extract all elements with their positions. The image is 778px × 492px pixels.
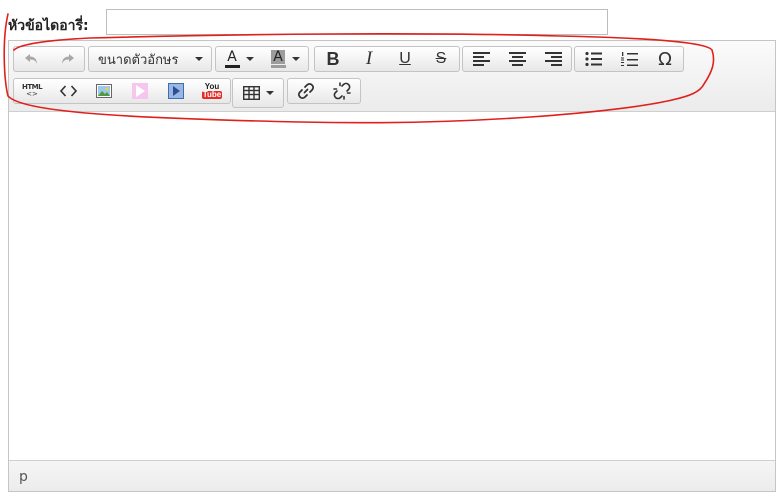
font-size-label: ขนาดตัวอักษร (98, 52, 179, 68)
strikethrough-button[interactable]: S (423, 47, 459, 71)
undo-icon (24, 52, 40, 66)
strikethrough-icon: S (435, 50, 447, 67)
font-size-select[interactable]: ขนาดตัวอักษร (89, 47, 211, 71)
html-icon-brackets: <> (26, 90, 38, 98)
insert-video-button[interactable] (158, 79, 194, 103)
bg-color-letter: A (271, 49, 285, 65)
text-color-swatch (224, 64, 240, 68)
code-icon (59, 85, 77, 97)
list-group: Ω (574, 46, 684, 72)
chevron-down-icon (265, 91, 274, 95)
chevron-down-icon (195, 57, 203, 61)
history-group (13, 46, 85, 72)
special-character-button[interactable]: Ω (647, 47, 683, 71)
chevron-down-icon (245, 57, 254, 61)
youtube-icon-bottom: Tube (201, 90, 223, 99)
code-button[interactable] (50, 79, 86, 103)
table-icon (242, 86, 260, 100)
undo-button[interactable] (14, 47, 49, 71)
editor-statusbar: p (9, 460, 775, 491)
align-center-icon (508, 52, 526, 66)
text-color-icon: A (224, 48, 240, 68)
underline-icon: U (399, 50, 411, 67)
insert-image-button[interactable] (86, 79, 122, 103)
italic-icon: I (365, 48, 373, 69)
title-label: หัวข้อไดอารี่: (8, 18, 89, 34)
rich-text-editor: ขนาดตัวอักษร A A B I U S Ω HTML <> You T… (8, 40, 776, 492)
html-icon: HTML <> (22, 84, 43, 98)
youtube-icon: You Tube (201, 83, 223, 99)
bold-button[interactable]: B (315, 47, 351, 71)
editor-content-area[interactable] (9, 112, 775, 460)
numbered-list-button[interactable] (611, 47, 647, 71)
align-left-button[interactable] (463, 47, 499, 71)
image-icon (96, 84, 112, 98)
bullet-list-button[interactable] (575, 47, 611, 71)
text-color-letter: A (227, 48, 237, 65)
font-size-group: ขนาดตัวอักษร (88, 46, 212, 72)
omega-icon: Ω (658, 48, 672, 70)
link-icon (297, 82, 315, 100)
redo-icon (59, 52, 75, 66)
element-path[interactable]: p (19, 469, 28, 485)
redo-button[interactable] (49, 47, 84, 71)
color-group: A A (215, 46, 309, 72)
unlink-icon (333, 82, 351, 100)
insert-flash-button[interactable] (122, 79, 158, 103)
table-group (232, 78, 284, 108)
align-right-icon (544, 52, 562, 66)
insert-media-group: HTML <> You Tube (13, 78, 231, 104)
insert-table-button[interactable] (233, 81, 283, 105)
editor-toolbar: ขนาดตัวอักษร A A B I U S Ω HTML <> You T… (9, 41, 775, 112)
bg-color-swatch (270, 65, 286, 68)
align-left-icon (472, 52, 490, 66)
bullet-list-icon (584, 52, 602, 66)
numbered-list-icon (620, 51, 638, 67)
title-input[interactable] (106, 9, 608, 35)
insert-link-button[interactable] (288, 79, 324, 103)
underline-button[interactable]: U (387, 47, 423, 71)
align-right-button[interactable] (535, 47, 571, 71)
background-color-icon: A (270, 49, 286, 68)
remove-link-button[interactable] (324, 79, 360, 103)
html-source-button[interactable]: HTML <> (14, 79, 50, 103)
video-icon (168, 83, 184, 99)
link-group (287, 78, 361, 104)
align-group (462, 46, 572, 72)
insert-youtube-button[interactable]: You Tube (194, 79, 230, 103)
align-center-button[interactable] (499, 47, 535, 71)
italic-button[interactable]: I (351, 47, 387, 71)
text-color-button[interactable]: A (216, 47, 262, 71)
chevron-down-icon (291, 57, 300, 61)
flash-media-icon (132, 83, 148, 99)
format-group: B I U S (314, 46, 460, 72)
background-color-button[interactable]: A (262, 47, 308, 71)
bold-icon: B (326, 48, 340, 69)
